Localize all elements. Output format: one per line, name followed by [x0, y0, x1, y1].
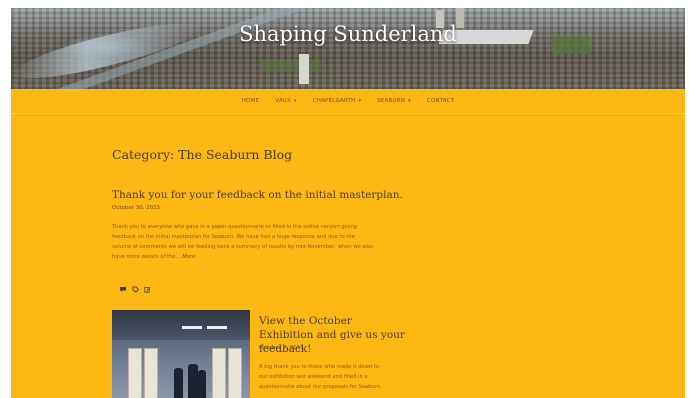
post-thumbnail-image[interactable] [112, 310, 250, 398]
nav-item-label: VAUX [275, 98, 291, 104]
post-meta-icons [119, 278, 151, 297]
nav-item-vaux[interactable]: VAUX ▾ [267, 98, 305, 104]
nav-item-label: CONTACT [426, 98, 455, 104]
excerpt-line: questionnaire about our proposals for Se… [259, 384, 382, 390]
nav-item-label: CHAPELGARTH [312, 98, 356, 104]
chevron-down-icon: ▾ [294, 98, 297, 104]
post-excerpt: Thank you to everyone who gave in a pape… [112, 222, 412, 262]
post-title-link[interactable]: Thank you for your feedback on the initi… [112, 189, 403, 201]
chevron-down-icon: ▾ [358, 98, 362, 104]
excerpt-line: Thank you to everyone who gave in a pape… [112, 224, 358, 230]
main-nav: HOME VAUX ▾ CHAPELGARTH ▾ SEABURN ▾ CONT… [11, 89, 685, 114]
post-excerpt: A big thank you to those who made it dow… [259, 362, 409, 392]
edit-icon[interactable] [144, 278, 151, 297]
post-date: October 30, 2015 [112, 205, 161, 211]
excerpt-line: feedback on the initial masterplan for S… [112, 234, 355, 240]
more-link[interactable]: More [182, 254, 195, 260]
chevron-down-icon: ▾ [408, 98, 411, 104]
site-title[interactable]: Shaping Sunderland [11, 22, 685, 46]
header-banner-image: Shaping Sunderland [11, 8, 685, 89]
category-title: Category: The Seaburn Blog [112, 147, 293, 162]
nav-item-contact[interactable]: CONTACT [419, 98, 462, 104]
nav-item-label: SEABURN [377, 98, 406, 104]
post-date: October 7, 2015 [259, 345, 304, 351]
page: Shaping Sunderland HOME VAUX ▾ CHAPELGAR… [11, 8, 685, 398]
excerpt-line: A big thank you to those who made it dow… [259, 364, 380, 370]
nav-item-home[interactable]: HOME [234, 98, 268, 104]
excerpt-line: have more details of the… [112, 254, 181, 260]
excerpt-line: volume of comments we will be feeding ba… [112, 244, 373, 250]
comment-icon[interactable] [119, 278, 127, 297]
nav-item-chapelgarth[interactable]: CHAPELGARTH ▾ [305, 98, 369, 104]
excerpt-line: our exhibition last weekend and filled i… [259, 374, 368, 380]
nav-item-seaburn[interactable]: SEABURN ▾ [369, 98, 419, 104]
tag-icon[interactable] [132, 278, 140, 297]
nav-item-label: HOME [241, 98, 260, 104]
